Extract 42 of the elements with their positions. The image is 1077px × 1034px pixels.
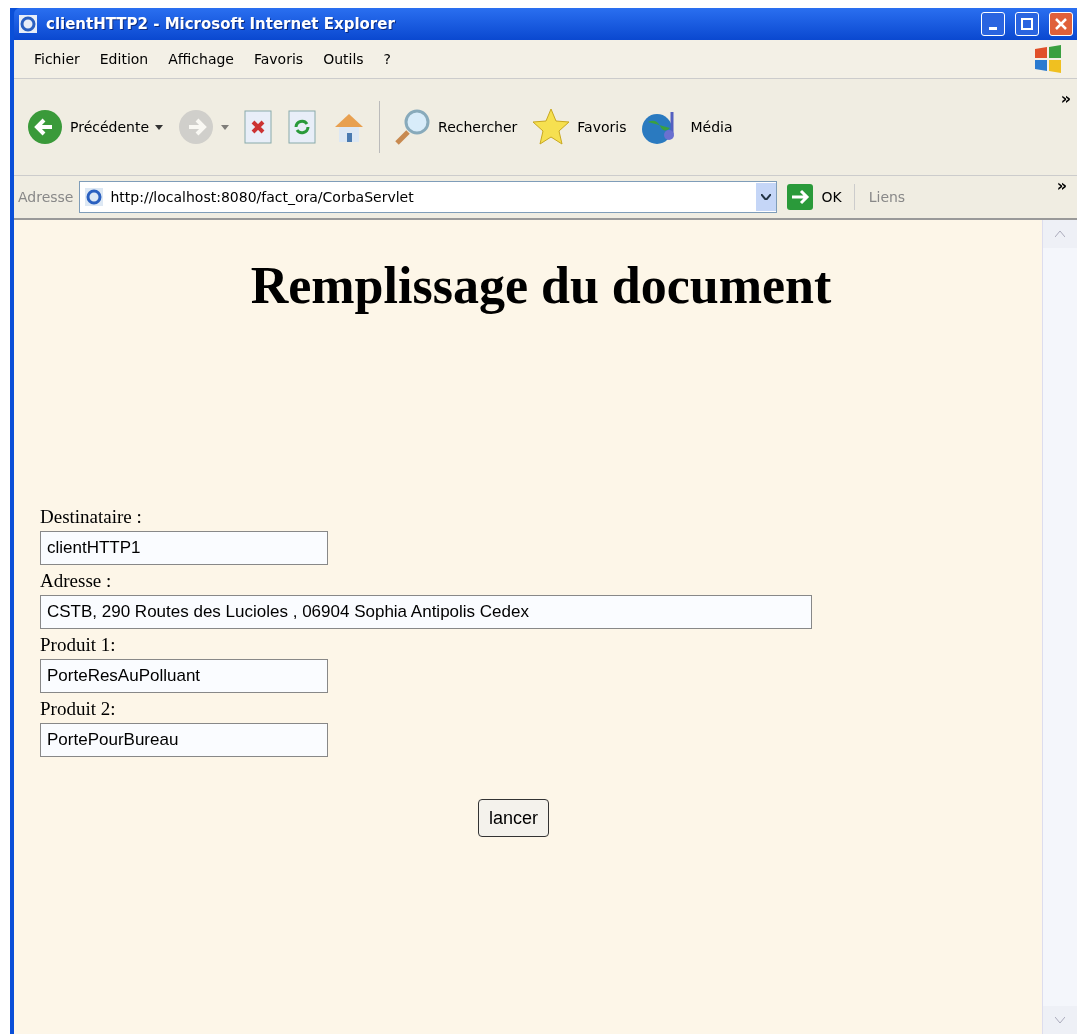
menu-item[interactable]: Fichier [24, 51, 90, 67]
more-chevron[interactable]: » [1060, 89, 1071, 108]
minimize-button[interactable] [981, 12, 1005, 36]
text-field[interactable]: CSTB, 290 Routes des Lucioles , 06904 Sophia Antipolis Cedex [40, 595, 812, 629]
menu-item[interactable]: Favoris [244, 51, 314, 67]
text-field[interactable]: clientHTTP1 [40, 531, 328, 565]
search-button[interactable]: Rechercher [388, 105, 522, 149]
minimize-icon [989, 26, 997, 30]
field-label: Destinataire : [40, 505, 143, 529]
field-label: Adresse : [40, 569, 113, 593]
stop-icon [243, 109, 274, 145]
text-field[interactable]: PortePourBureau [40, 723, 328, 757]
address-label: Adresse [18, 189, 74, 205]
menu-item[interactable]: ? [373, 51, 402, 67]
maximize-button[interactable] [1015, 12, 1039, 36]
page-heading: Remplissage du document [249, 256, 833, 315]
media-button[interactable]: Média [636, 106, 737, 148]
page-icon [84, 187, 105, 207]
go-button[interactable]: OK [783, 184, 855, 210]
window-title: clientHTTP2 - Microsoft Internet Explorer [46, 15, 396, 33]
field-label: Produit 1: [40, 633, 117, 657]
windows-logo-icon [1033, 45, 1063, 73]
back-button[interactable]: Précédente [22, 106, 168, 148]
more-chevron[interactable]: » [1056, 176, 1067, 195]
submit-button[interactable]: lancer [478, 799, 550, 837]
dropdown-icon[interactable] [756, 183, 777, 211]
close-icon [1055, 18, 1067, 30]
star-icon [531, 107, 572, 147]
scroll-down-icon[interactable] [1055, 1017, 1065, 1023]
scrollbar[interactable] [1042, 220, 1077, 1034]
menu-item[interactable]: Outils [313, 51, 374, 67]
menu-item[interactable]: Edition [89, 51, 159, 67]
favorites-button[interactable]: Favoris [527, 105, 631, 149]
text-field[interactable]: PorteResAuPolluant [40, 659, 328, 693]
menu-item[interactable]: Affichage [158, 51, 244, 67]
refresh-icon [287, 109, 318, 145]
close-button[interactable] [1049, 12, 1073, 36]
scroll-up-icon[interactable] [1055, 231, 1065, 237]
browser-logo-icon [18, 14, 38, 34]
address-field[interactable]: http://localhost:8080/fact_ora/CorbaServlet [79, 181, 778, 213]
field-label: Produit 2: [40, 697, 117, 721]
maximize-icon [1021, 18, 1033, 30]
